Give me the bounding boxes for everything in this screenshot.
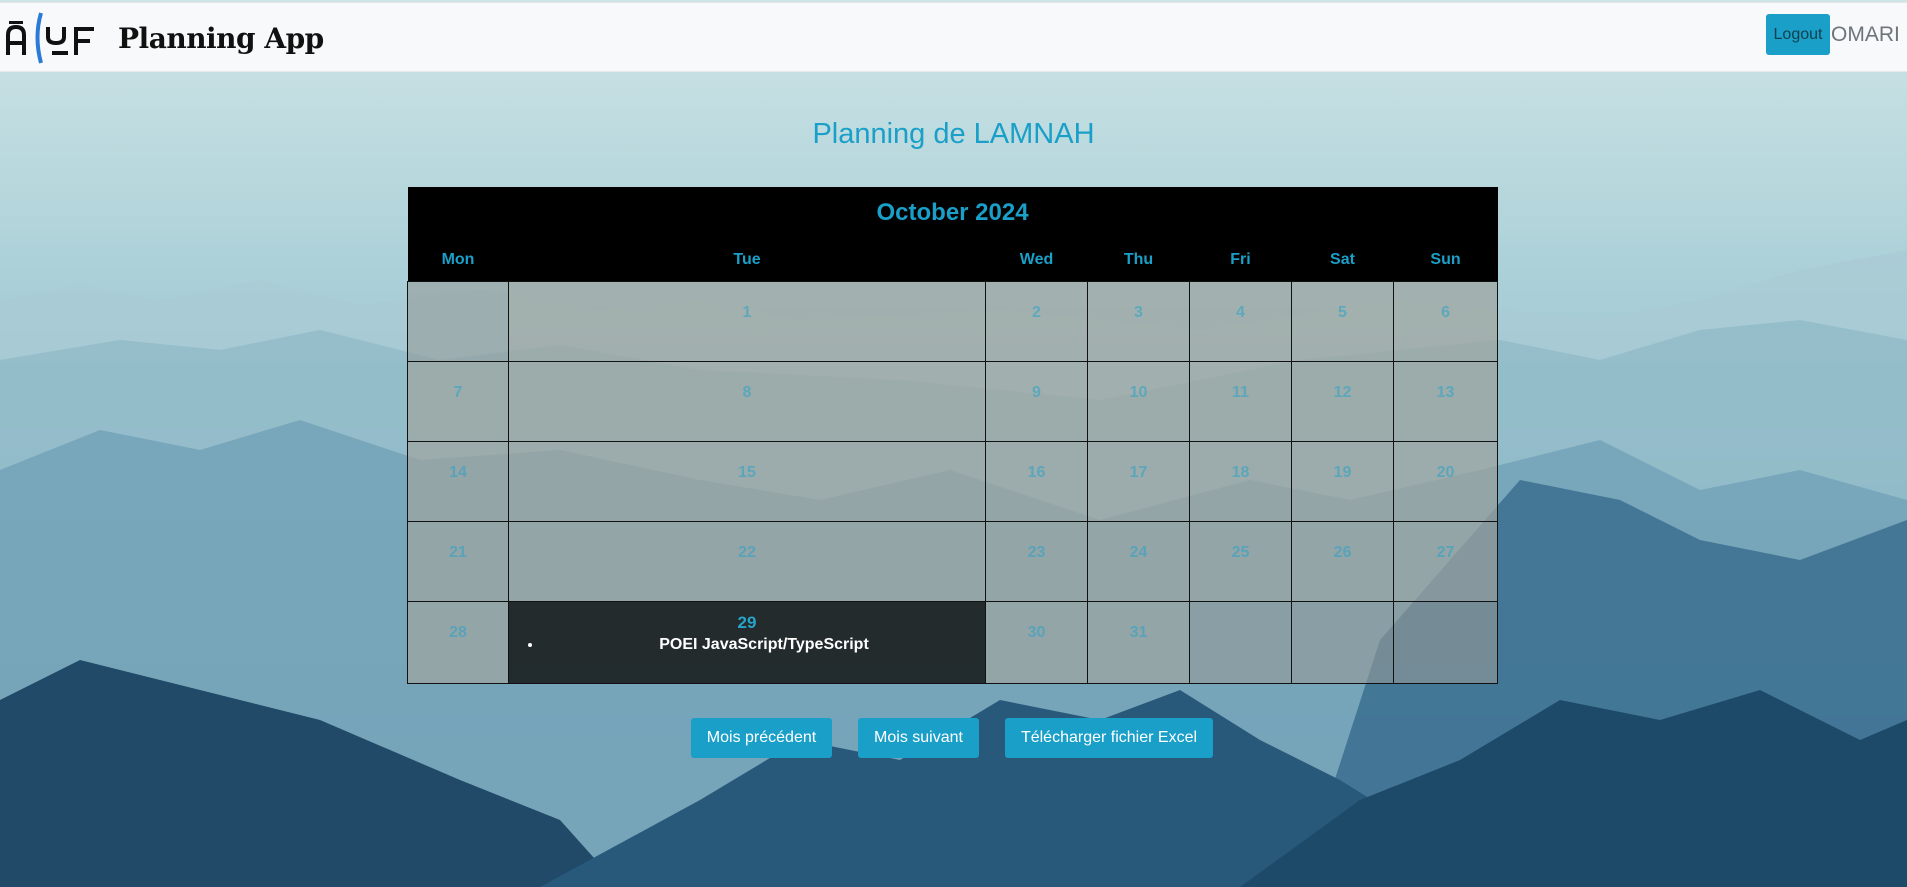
calendar-day-cell[interactable]: 28 <box>407 601 509 684</box>
calendar-day-number: 4 <box>1236 304 1245 321</box>
calendar-day-cell[interactable]: 6 <box>1392 281 1499 362</box>
calendar-day-number: 3 <box>1134 304 1143 321</box>
weekday-header-wed: Wed <box>985 239 1088 282</box>
calendar-day-number: 26 <box>1333 544 1352 561</box>
calendar-day-cell-empty <box>1392 601 1499 684</box>
calendar-day-number: 19 <box>1333 464 1352 481</box>
page-title: Planning de LAMNAH <box>812 118 1095 150</box>
calendar-day-number: 18 <box>1231 464 1250 481</box>
calendar-day-number <box>408 282 508 304</box>
calendar-day-number: 9 <box>1032 384 1041 401</box>
ayf-logo-icon <box>6 12 94 64</box>
calendar-day-cell-empty <box>407 281 509 362</box>
calendar-day-cell[interactable]: 9 <box>985 361 1088 442</box>
calendar-day-cell[interactable]: 30 <box>985 601 1088 684</box>
calendar-day-number: 7 <box>453 384 463 401</box>
calendar-day-cell[interactable]: 11 <box>1189 361 1292 442</box>
weekday-header-fri: Fri <box>1189 239 1292 282</box>
calendar-day-cell[interactable]: 10 <box>1087 361 1190 442</box>
calendar-day-number: 21 <box>449 544 467 561</box>
calendar-day-cell-empty <box>1291 601 1394 684</box>
calendar-day-cell-empty <box>1189 601 1292 684</box>
calendar-day-cell[interactable]: 2 <box>985 281 1088 362</box>
calendar-day-cell[interactable]: 31 <box>1087 601 1190 684</box>
calendar-day-cell[interactable]: 15 <box>508 441 986 522</box>
calendar-day-number: 31 <box>1129 624 1148 641</box>
event-list: POEI JavaScript/TypeScript <box>509 636 985 654</box>
calendar-day-number: 27 <box>1436 544 1455 561</box>
calendar-day-cell[interactable]: 27 <box>1392 521 1499 602</box>
calendar-day-number: 24 <box>1129 544 1148 561</box>
calendar-day-number: 13 <box>1436 384 1455 401</box>
calendar-day-number: 2 <box>1032 304 1041 321</box>
calendar-day-number: 25 <box>1231 544 1250 561</box>
weekday-header-tue: Tue <box>508 239 986 282</box>
calendar-day-cell[interactable]: 12 <box>1291 361 1394 442</box>
calendar-day-number: 16 <box>1027 464 1046 481</box>
calendar-day-number: 17 <box>1129 464 1148 481</box>
calendar-week-row: 14 15 16 17 18 19 20 <box>407 441 1499 522</box>
calendar-day-cell[interactable]: 4 <box>1189 281 1292 362</box>
calendar-day-cell[interactable]: 19 <box>1291 441 1394 522</box>
calendar-day-cell[interactable]: 18 <box>1189 441 1292 522</box>
calendar-week-row: 21 22 23 24 25 26 27 <box>407 521 1499 602</box>
calendar-day-number: 30 <box>1027 624 1046 641</box>
previous-month-button[interactable]: Mois précédent <box>691 718 832 758</box>
weekday-header-thu: Thu <box>1087 239 1190 282</box>
calendar-day-cell[interactable]: 25 <box>1189 521 1292 602</box>
calendar-day-cell[interactable]: 14 <box>407 441 509 522</box>
calendar-table: October 2024 Mon Tue Wed Thu Fri Sat Sun… <box>407 187 1499 684</box>
calendar-week-row: 28 29 POEI JavaScript/TypeScript 30 31 <box>407 601 1499 684</box>
calendar-day-cell[interactable]: 3 <box>1087 281 1190 362</box>
calendar-day-number: 5 <box>1338 304 1347 321</box>
calendar-day-cell[interactable]: 22 <box>508 521 986 602</box>
calendar-day-cell[interactable]: 16 <box>985 441 1088 522</box>
username-label: OMARI <box>1831 23 1900 46</box>
calendar-day-number: 23 <box>1027 544 1046 561</box>
calendar-day-number: 10 <box>1129 384 1148 401</box>
calendar-day-number: 12 <box>1333 384 1352 401</box>
calendar-day-number <box>1292 602 1393 624</box>
calendar-day-cell[interactable]: 26 <box>1291 521 1394 602</box>
calendar-day-number: 15 <box>738 464 756 481</box>
calendar-day-number: 20 <box>1436 464 1455 481</box>
calendar-day-number: 6 <box>1441 304 1450 321</box>
calendar-day-cell-with-event[interactable]: 29 POEI JavaScript/TypeScript <box>508 601 986 684</box>
calendar-day-number: 29 <box>737 613 757 632</box>
weekday-header-mon: Mon <box>407 239 509 282</box>
brand-title: Planning App <box>118 21 324 55</box>
logout-button[interactable]: Logout <box>1766 14 1830 55</box>
calendar-day-cell[interactable]: 5 <box>1291 281 1394 362</box>
download-excel-button[interactable]: Télécharger fichier Excel <box>1005 718 1213 758</box>
calendar-day-cell[interactable]: 7 <box>407 361 509 442</box>
calendar-day-number: 8 <box>742 384 752 401</box>
calendar-day-cell[interactable]: 21 <box>407 521 509 602</box>
calendar-day-cell[interactable]: 23 <box>985 521 1088 602</box>
calendar-day-number: 28 <box>449 624 467 641</box>
navbar: Planning App Logout OMARI <box>0 2 1907 72</box>
calendar-day-number <box>1394 602 1497 624</box>
brand[interactable]: Planning App <box>6 11 324 65</box>
calendar-day-cell[interactable]: 8 <box>508 361 986 442</box>
calendar-day-cell[interactable]: 13 <box>1392 361 1499 442</box>
calendar-week-row: 7 8 9 10 11 12 13 <box>407 361 1499 442</box>
calendar-day-cell[interactable]: 24 <box>1087 521 1190 602</box>
weekday-header-sat: Sat <box>1291 239 1394 282</box>
calendar-day-number: 11 <box>1232 384 1249 401</box>
calendar-day-cell[interactable]: 1 <box>508 281 986 362</box>
weekday-header-sun: Sun <box>1393 239 1498 282</box>
event-item[interactable]: POEI JavaScript/TypeScript <box>543 636 985 654</box>
calendar-day-number: 1 <box>742 304 752 321</box>
calendar-day-number: 14 <box>449 464 467 481</box>
calendar-day-cell[interactable]: 17 <box>1087 441 1190 522</box>
calendar-week-row: 1 2 3 4 5 6 <box>407 281 1499 362</box>
calendar-day-number <box>1190 602 1291 624</box>
calendar-month-label: October 2024 <box>407 187 1498 239</box>
next-month-button[interactable]: Mois suivant <box>858 718 979 758</box>
calendar-day-number: 22 <box>738 544 756 561</box>
calendar-day-cell[interactable]: 20 <box>1392 441 1499 522</box>
